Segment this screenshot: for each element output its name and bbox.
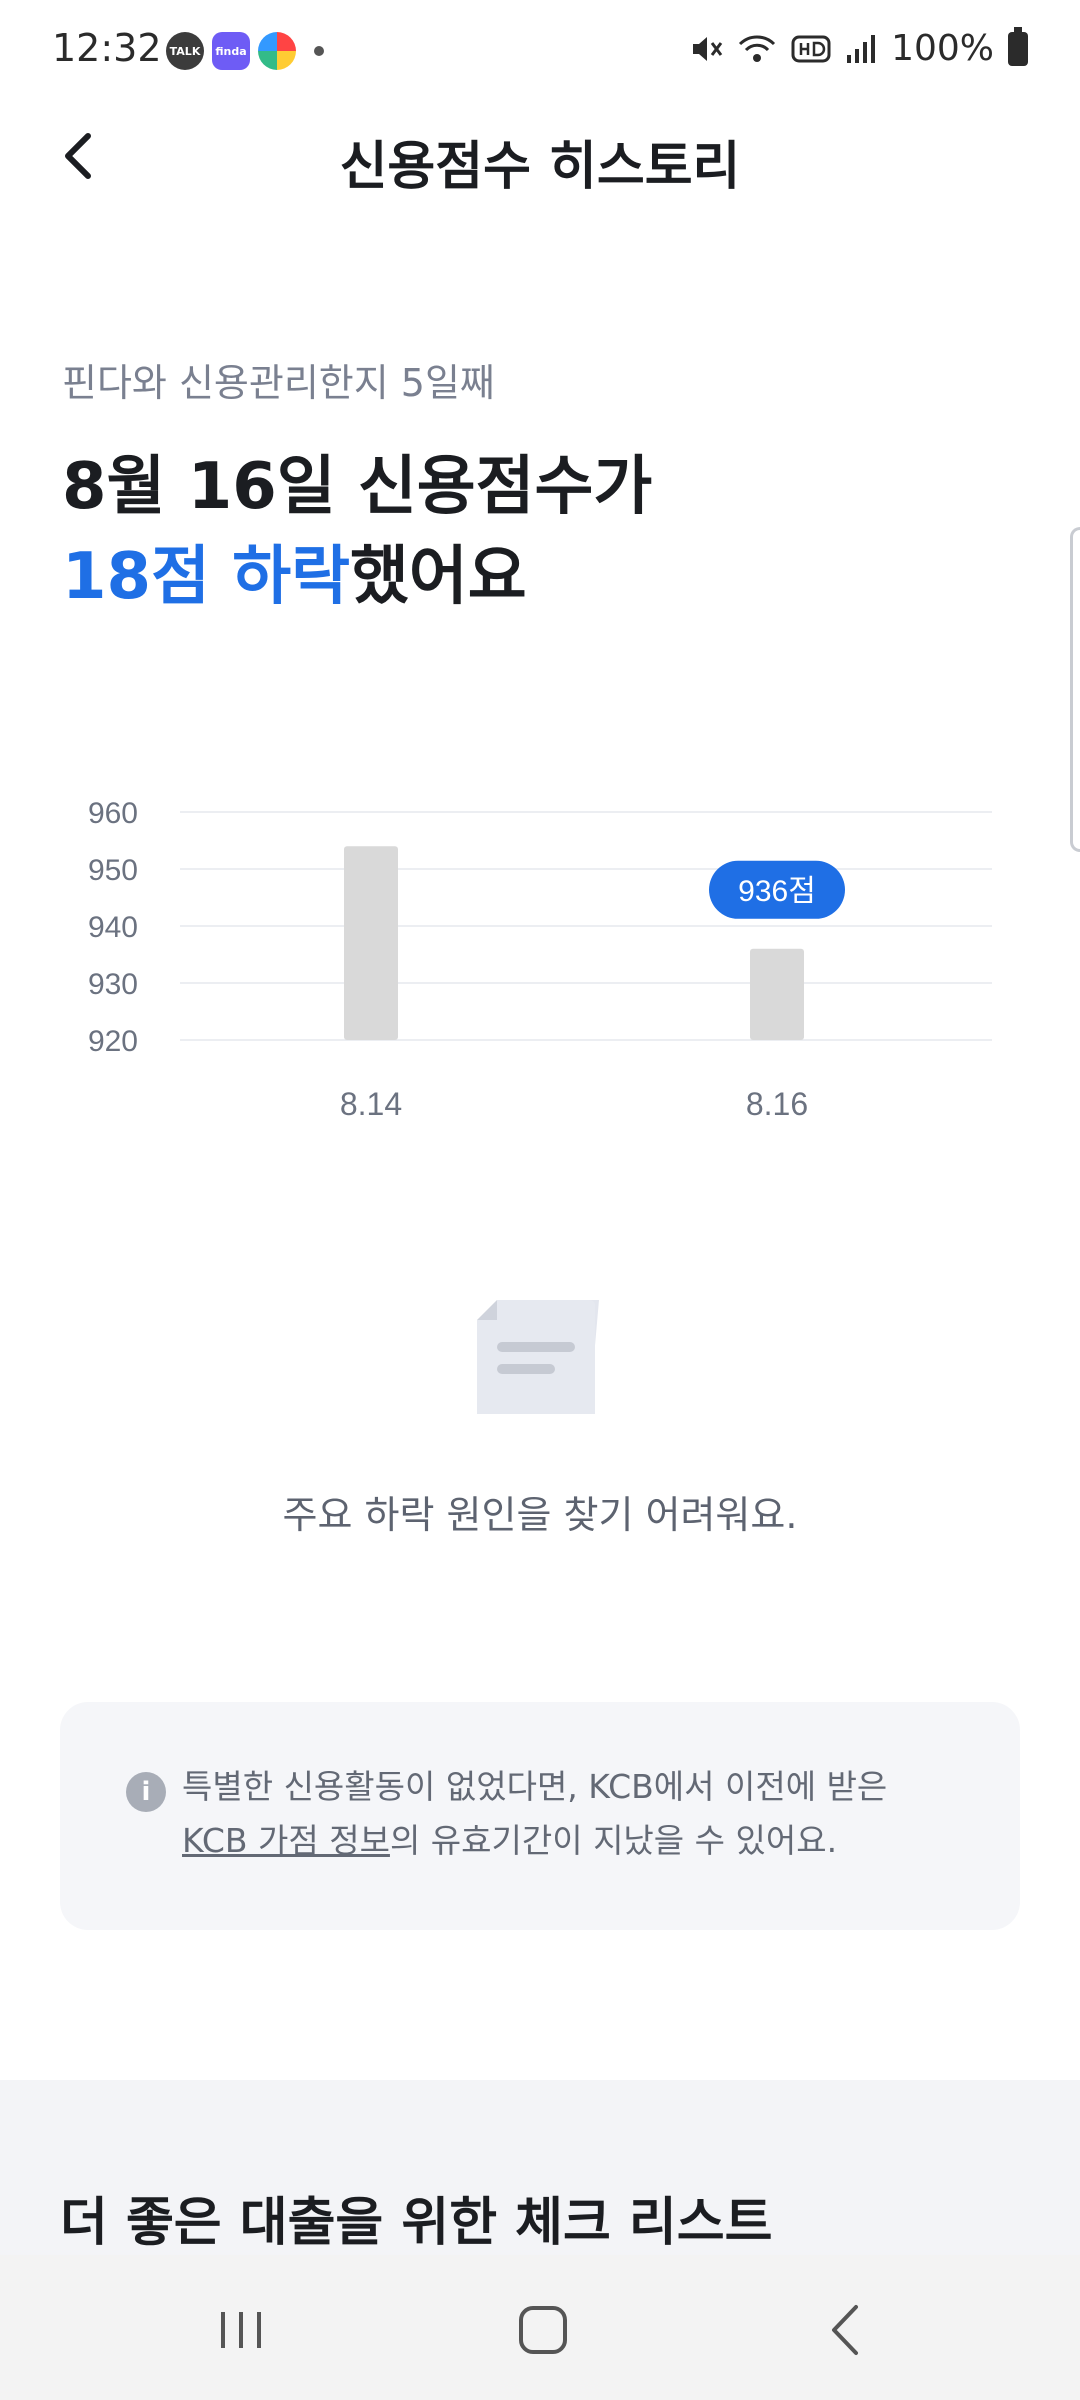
x-tick-label: 8.14 xyxy=(340,1086,402,1122)
info-text-line1: 특별한 신용활동이 없었다면, KCB에서 이전에 받은 xyxy=(182,1767,888,1806)
status-bar: 12:32 TALK finda 100% xyxy=(0,0,1080,100)
status-indicators: 100% xyxy=(689,26,1028,69)
credit-days-subtitle: 핀다와 신용관리한지 5일째 xyxy=(62,361,495,405)
headline-line2: 18점 하락했어요 xyxy=(62,532,652,622)
hd-icon xyxy=(791,35,831,62)
info-icon: i xyxy=(126,1772,166,1812)
app-header: 신용점수 히스토리 xyxy=(0,100,1080,220)
kcb-bonus-info-link[interactable]: KCB 가점 정보 xyxy=(182,1821,390,1860)
system-back-button[interactable] xyxy=(800,2295,890,2365)
score-history-chart: 960 950 940 930 920 8.14 8.16 936점 xyxy=(88,797,992,1122)
score-change-amount: 18점 하락 xyxy=(62,540,350,614)
edge-panel-handle[interactable] xyxy=(1070,527,1080,852)
colorful-app-icon xyxy=(258,32,296,70)
status-app-icons: TALK finda xyxy=(166,32,324,70)
system-nav-bar xyxy=(0,2255,1080,2400)
y-tick-label: 940 xyxy=(88,911,138,944)
checklist-section-title: 더 좋은 대출을 위한 체크 리스트 xyxy=(60,2193,773,2253)
recent-apps-icon xyxy=(221,2312,261,2348)
document-icon xyxy=(477,1300,599,1414)
back-arrow-icon xyxy=(832,2305,858,2355)
mute-icon xyxy=(693,36,723,61)
score-tooltip-label: 936점 xyxy=(738,875,816,908)
chart-bar xyxy=(750,948,804,1040)
y-tick-label: 920 xyxy=(88,1025,138,1058)
score-change-headline: 8월 16일 신용점수가 18점 하락했어요 xyxy=(62,442,652,622)
kakaotalk-icon: TALK xyxy=(166,32,204,70)
wifi-icon xyxy=(739,34,776,62)
headline-suffix: 했어요 xyxy=(349,540,527,614)
recent-apps-button[interactable] xyxy=(196,2295,286,2365)
empty-state: 주요 하락 원인을 찾기 어려워요. xyxy=(0,1290,1080,1539)
checklist-section: 더 좋은 대출을 위한 체크 리스트 xyxy=(0,2080,1080,2255)
x-tick-label: 8.16 xyxy=(746,1086,808,1122)
headline-line1: 8월 16일 신용점수가 xyxy=(62,450,653,524)
battery-icon xyxy=(1008,26,1028,66)
finda-icon: finda xyxy=(212,32,250,70)
chart-bar xyxy=(344,846,398,1040)
y-tick-label: 960 xyxy=(88,797,138,830)
y-tick-label: 950 xyxy=(88,854,138,887)
page-title: 신용점수 히스토리 xyxy=(339,137,741,197)
info-text: 특별한 신용활동이 없었다면, KCB에서 이전에 받은 KCB 가점 정보의 … xyxy=(182,1760,960,1868)
signal-icon xyxy=(847,34,876,63)
y-tick-label: 930 xyxy=(88,968,138,1001)
info-notice: i 특별한 신용활동이 없었다면, KCB에서 이전에 받은 KCB 가점 정보… xyxy=(60,1702,1020,1930)
more-notifications-dot-icon xyxy=(314,46,324,56)
home-button[interactable] xyxy=(498,2295,588,2365)
status-time: 12:32 xyxy=(52,26,162,70)
empty-state-message: 주요 하락 원인을 찾기 어려워요. xyxy=(282,1493,798,1537)
info-text-line2: 의 유효기간이 지났을 수 있어요. xyxy=(389,1821,838,1860)
battery-percent: 100% xyxy=(891,28,994,69)
home-icon xyxy=(519,2306,567,2354)
